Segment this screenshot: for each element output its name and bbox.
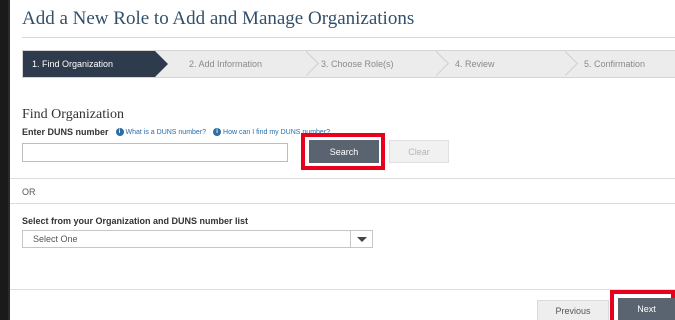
section-divider bbox=[10, 178, 675, 179]
or-separator: OR bbox=[22, 187, 36, 197]
what-is-duns-link[interactable]: i What is a DUNS number? bbox=[115, 128, 207, 136]
duns-label-row: Enter DUNS number i What is a DUNS numbe… bbox=[22, 126, 337, 138]
step-confirmation: 5. Confirmation bbox=[584, 59, 646, 69]
org-duns-select[interactable]: Select One bbox=[22, 230, 373, 248]
dropdown-toggle[interactable] bbox=[350, 231, 372, 247]
clear-button[interactable]: Clear bbox=[389, 140, 449, 163]
what-is-duns-link-text: What is a DUNS number? bbox=[125, 128, 207, 136]
previous-button[interactable]: Previous bbox=[537, 300, 609, 320]
page-title: Add a New Role to Add and Manage Organiz… bbox=[22, 8, 415, 29]
step-separator-chevron bbox=[436, 51, 450, 77]
step-choose-roles: 3. Choose Role(s) bbox=[321, 59, 394, 69]
org-list-label: Select from your Organization and DUNS n… bbox=[22, 216, 249, 226]
info-icon: i bbox=[213, 128, 222, 136]
step-separator-chevron bbox=[565, 51, 579, 77]
step-separator-chevron bbox=[306, 51, 320, 77]
section-divider bbox=[10, 203, 675, 204]
next-button[interactable]: Next bbox=[618, 298, 675, 320]
page-frame: Add a New Role to Add and Manage Organiz… bbox=[8, 0, 675, 320]
step-review: 4. Review bbox=[455, 59, 495, 69]
footer-divider bbox=[10, 289, 675, 290]
find-organization-heading: Find Organization bbox=[22, 107, 125, 122]
progress-stepper: 1. Find Organization 2. Add Information … bbox=[22, 50, 675, 78]
active-step-arrow bbox=[155, 51, 168, 77]
search-button[interactable]: Search bbox=[309, 140, 379, 163]
step-find-organization: 1. Find Organization bbox=[23, 51, 155, 77]
org-duns-select-value: Select One bbox=[33, 234, 78, 244]
duns-input[interactable] bbox=[22, 143, 288, 162]
info-icon: i bbox=[115, 128, 124, 136]
title-divider bbox=[22, 37, 675, 38]
caret-down-icon bbox=[356, 236, 367, 242]
duns-label: Enter DUNS number bbox=[22, 127, 109, 137]
step-add-information: 2. Add Information bbox=[189, 59, 263, 69]
